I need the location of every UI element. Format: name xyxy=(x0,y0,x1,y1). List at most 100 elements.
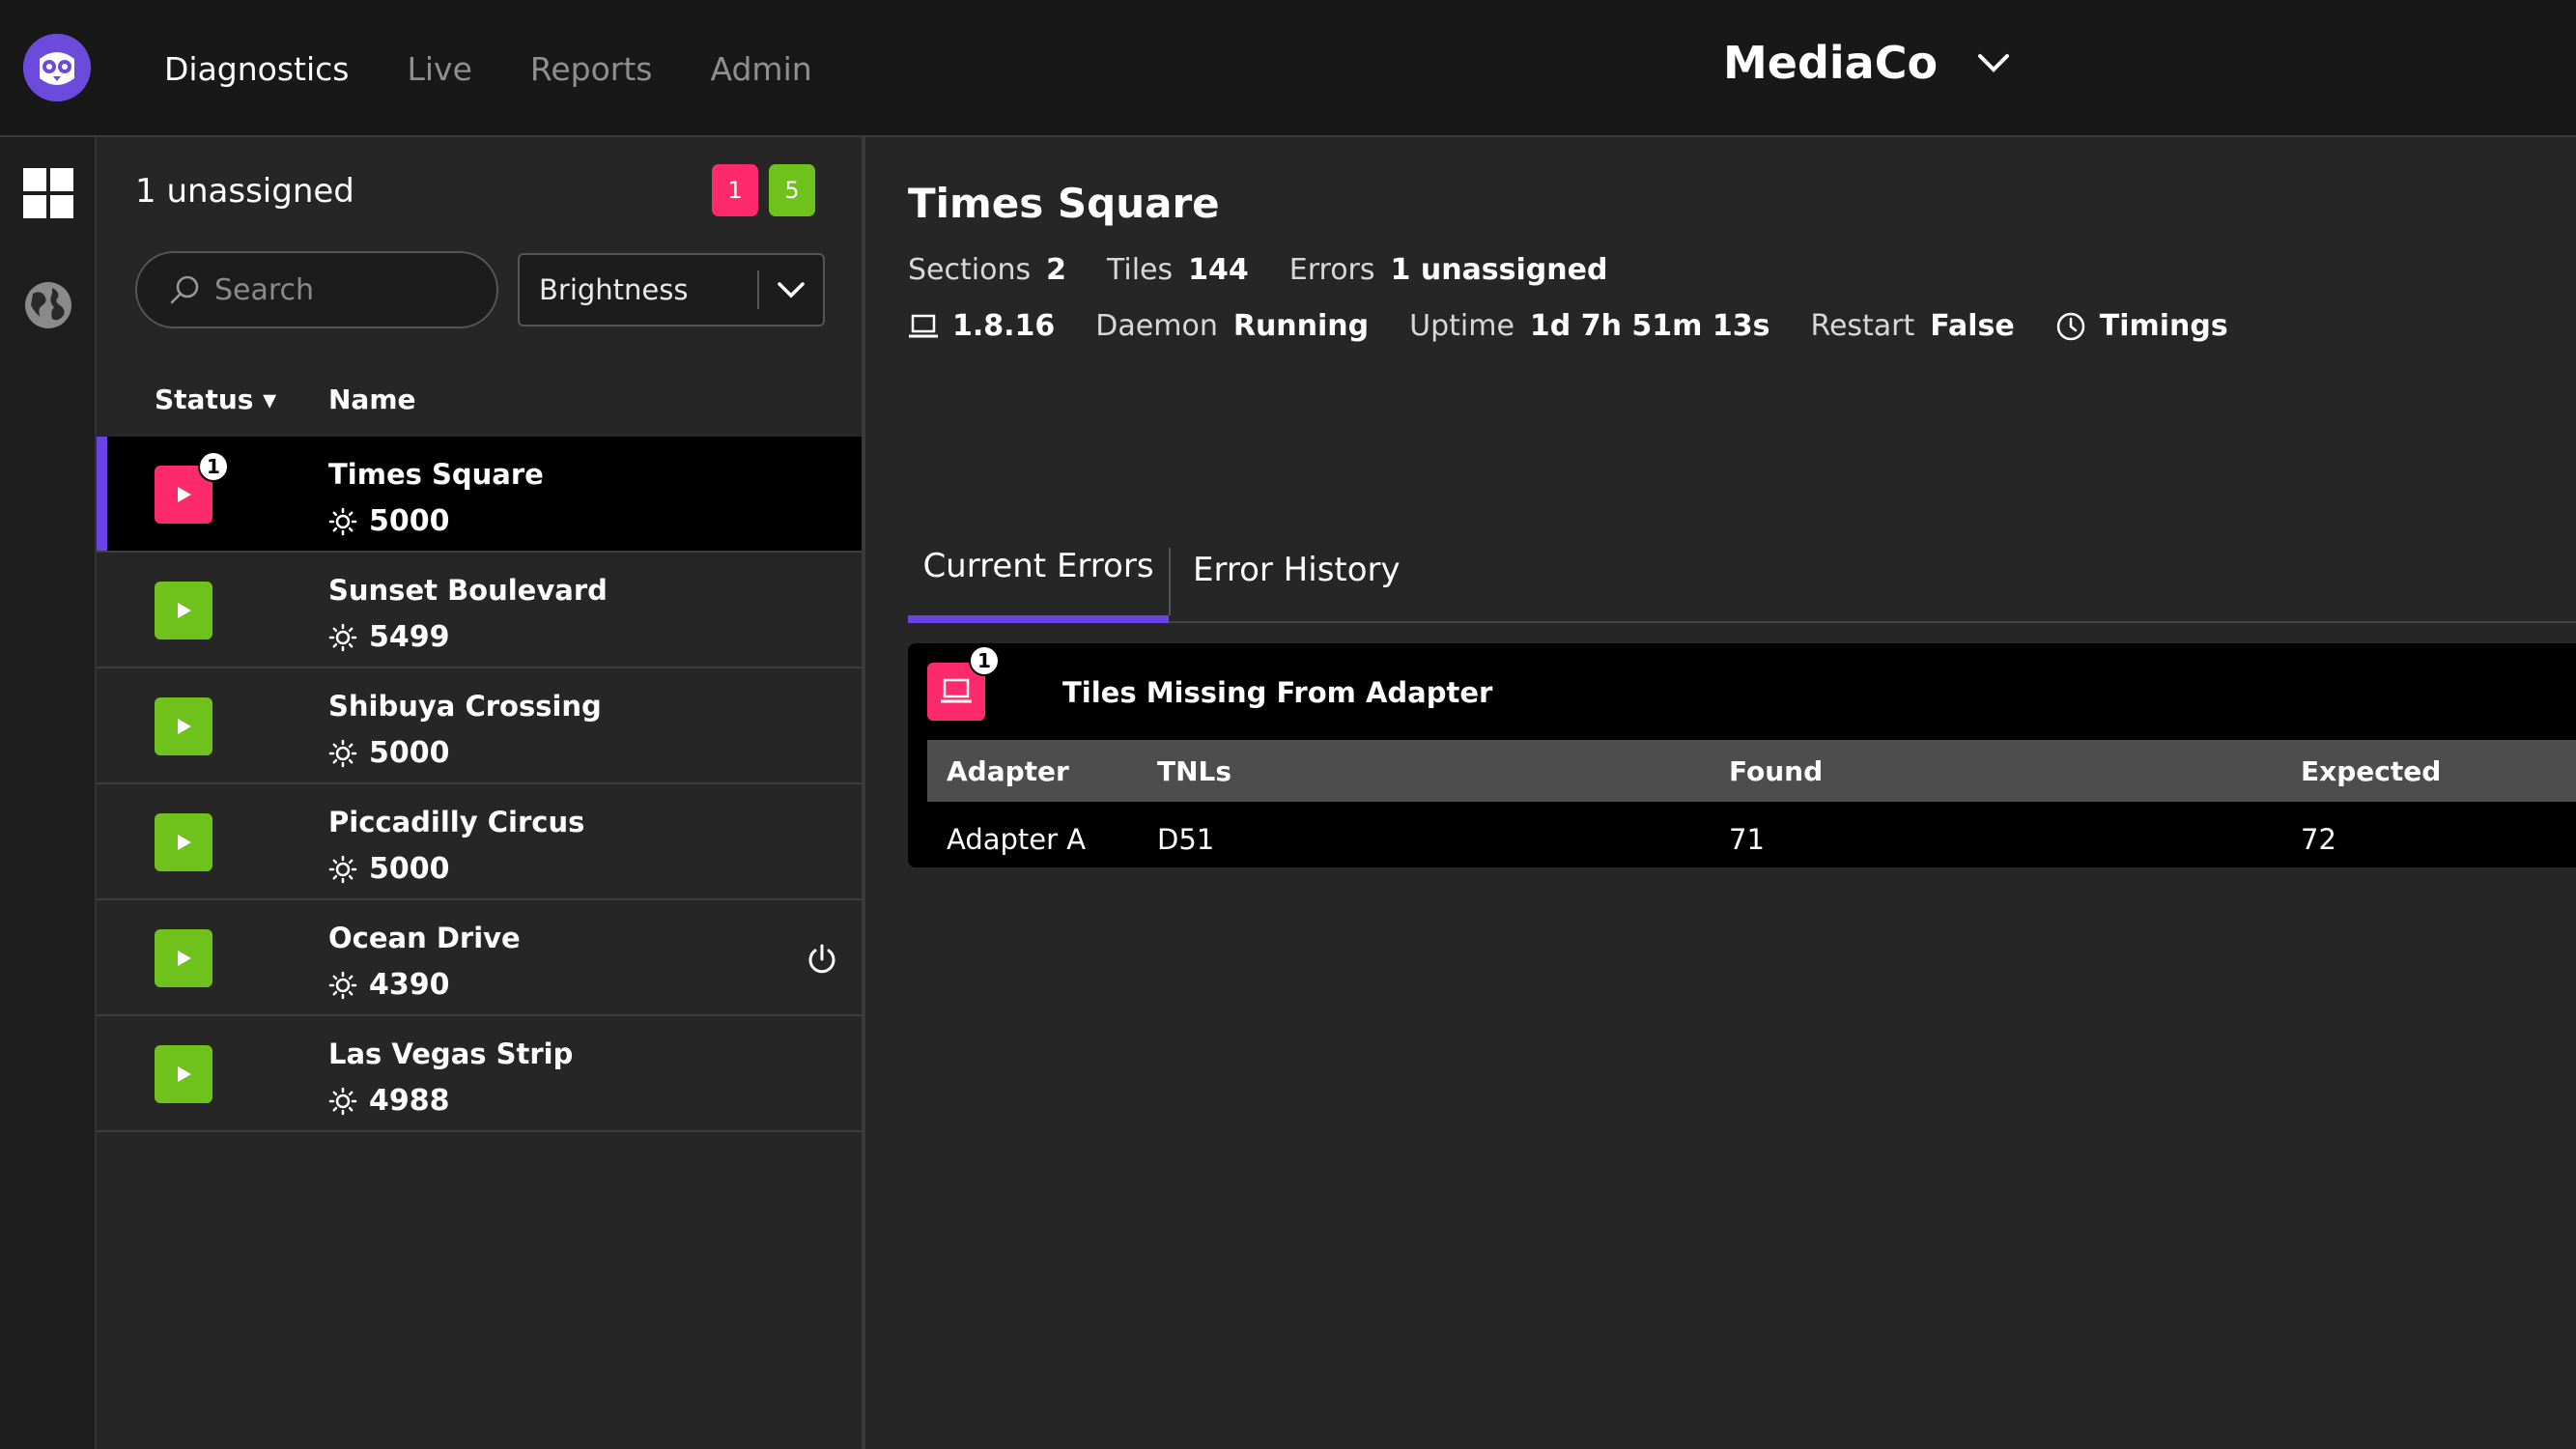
timings-link[interactable]: Timings xyxy=(2100,309,2228,343)
error-count-badge[interactable]: 1 xyxy=(712,164,758,216)
nav-reports[interactable]: Reports xyxy=(530,50,653,88)
error-count-dot: 1 xyxy=(969,645,1000,676)
laptop-icon xyxy=(941,678,972,703)
tiles-label: Tiles xyxy=(1106,253,1174,287)
location-name: Las Vegas Strip xyxy=(328,1037,574,1070)
play-icon xyxy=(178,603,191,618)
expected-cell: 72 xyxy=(2301,823,2336,856)
sections-label: Sections xyxy=(908,253,1032,287)
list-item[interactable]: Sunset Boulevard 5499 xyxy=(97,553,862,668)
chevron-down-icon xyxy=(778,282,805,298)
page-title: Times Square xyxy=(908,180,1220,227)
tab-divider xyxy=(1169,548,1171,615)
tab-error-history[interactable]: Error History xyxy=(1193,517,1401,623)
sun-icon xyxy=(328,1087,357,1115)
play-icon xyxy=(178,951,191,966)
laptop-icon xyxy=(909,314,938,337)
app-logo[interactable] xyxy=(23,34,91,101)
brightness: 4988 xyxy=(328,1084,450,1118)
error-card: 1 Tiles Missing From Adapter Adapter TNL… xyxy=(908,643,2576,867)
ok-count-badge[interactable]: 5 xyxy=(769,164,815,216)
error-count-dot: 1 xyxy=(198,451,229,482)
power-icon[interactable] xyxy=(806,943,838,976)
top-bar: Diagnostics Live Reports Admin MediaCo xyxy=(0,0,2576,137)
summary-stats: Sections 2 Tiles 144 Errors 1 unassigned xyxy=(908,253,1648,287)
restart-label: Restart xyxy=(1810,309,1915,343)
list-item[interactable]: 1 Times Square 5000 xyxy=(97,437,862,553)
daemon-label: Daemon xyxy=(1095,309,1218,343)
play-icon xyxy=(178,835,191,850)
sort-select-value: Brightness xyxy=(539,273,689,306)
nav-admin[interactable]: Admin xyxy=(710,50,811,88)
uptime-value: 1d 7h 51m 13s xyxy=(1529,309,1770,343)
unassigned-count: 1 unassigned xyxy=(135,172,354,211)
column-header-tnls: TNLs xyxy=(1157,755,1232,787)
org-name: MediaCo xyxy=(1723,37,1939,89)
system-info: 1.8.16 Daemon Running Uptime 1d 7h 51m 1… xyxy=(908,309,2228,343)
sun-icon xyxy=(328,971,357,999)
sun-icon xyxy=(328,507,357,535)
sun-icon xyxy=(328,623,357,651)
column-header-found: Found xyxy=(1729,755,1824,787)
adapter-cell: Adapter A xyxy=(947,823,1087,856)
list-item[interactable]: Ocean Drive 4390 xyxy=(97,900,862,1016)
error-table-header: Adapter TNLs Found Expected xyxy=(927,740,2576,802)
status-ok-indicator xyxy=(155,1045,212,1103)
clock-icon[interactable] xyxy=(2055,311,2086,342)
brightness-value: 5499 xyxy=(369,620,450,654)
brightness-value: 5000 xyxy=(369,736,450,770)
brightness: 5000 xyxy=(328,504,450,538)
play-icon xyxy=(178,1066,191,1082)
location-list: 1 Times Square 5000 Sunset Boulevard 549… xyxy=(97,437,862,1132)
globe-icon[interactable] xyxy=(23,280,73,330)
search-input[interactable] xyxy=(214,272,485,307)
status-ok-indicator xyxy=(155,582,212,639)
list-item[interactable]: Las Vegas Strip 4988 xyxy=(97,1016,862,1132)
tnls-cell: D51 xyxy=(1157,823,1215,856)
chevron-down-icon xyxy=(1978,54,2010,72)
nav-live[interactable]: Live xyxy=(408,50,472,88)
main-nav: Diagnostics Live Reports Admin xyxy=(164,0,870,137)
list-item[interactable]: Piccadilly Circus 5000 xyxy=(97,784,862,900)
search-box xyxy=(135,251,498,328)
nav-diagnostics[interactable]: Diagnostics xyxy=(164,50,350,88)
list-item[interactable]: Shibuya Crossing 5000 xyxy=(97,668,862,784)
uptime-label: Uptime xyxy=(1409,309,1514,343)
detail-panel: Times Square Sections 2 Tiles 144 Errors… xyxy=(869,137,2576,1449)
errors-value: 1 unassigned xyxy=(1390,253,1608,287)
brightness-value: 5000 xyxy=(369,504,450,538)
location-name: Times Square xyxy=(328,458,544,491)
status-ok-indicator xyxy=(155,813,212,871)
sun-icon xyxy=(328,739,357,767)
location-name: Shibuya Crossing xyxy=(328,690,602,723)
tiles-value: 144 xyxy=(1188,253,1249,287)
dashboard-grid-icon[interactable] xyxy=(23,168,73,218)
owl-logo-icon xyxy=(23,34,91,101)
column-header-name[interactable]: Name xyxy=(328,384,416,415)
sections-value: 2 xyxy=(1046,253,1066,287)
found-cell: 71 xyxy=(1729,823,1765,856)
location-list-panel: 1 unassigned 1 5 Brightness Status ▾ Nam… xyxy=(97,137,865,1449)
error-tabs: Current Errors Error History xyxy=(908,517,2576,623)
status-ok-indicator xyxy=(155,929,212,987)
location-name: Sunset Boulevard xyxy=(328,574,608,607)
select-chevron xyxy=(759,274,823,305)
play-icon xyxy=(178,487,191,502)
brightness-value: 5000 xyxy=(369,852,450,886)
errors-label: Errors xyxy=(1288,253,1375,287)
sort-select[interactable]: Brightness xyxy=(518,253,825,327)
tab-current-errors[interactable]: Current Errors xyxy=(908,517,1169,623)
search-icon xyxy=(170,275,199,304)
daemon-value: Running xyxy=(1232,309,1370,343)
play-icon xyxy=(178,719,191,734)
brightness: 5000 xyxy=(328,852,450,886)
column-header-expected: Expected xyxy=(2301,755,2442,787)
error-title: Tiles Missing From Adapter xyxy=(1062,676,1493,709)
version-value: 1.8.16 xyxy=(952,309,1056,343)
brightness: 5000 xyxy=(328,736,450,770)
org-switcher[interactable]: MediaCo xyxy=(1723,37,2013,89)
restart-value: False xyxy=(1930,309,2015,343)
column-header-status[interactable]: Status ▾ xyxy=(155,384,276,415)
status-ok-indicator xyxy=(155,697,212,755)
brightness: 5499 xyxy=(328,620,450,654)
